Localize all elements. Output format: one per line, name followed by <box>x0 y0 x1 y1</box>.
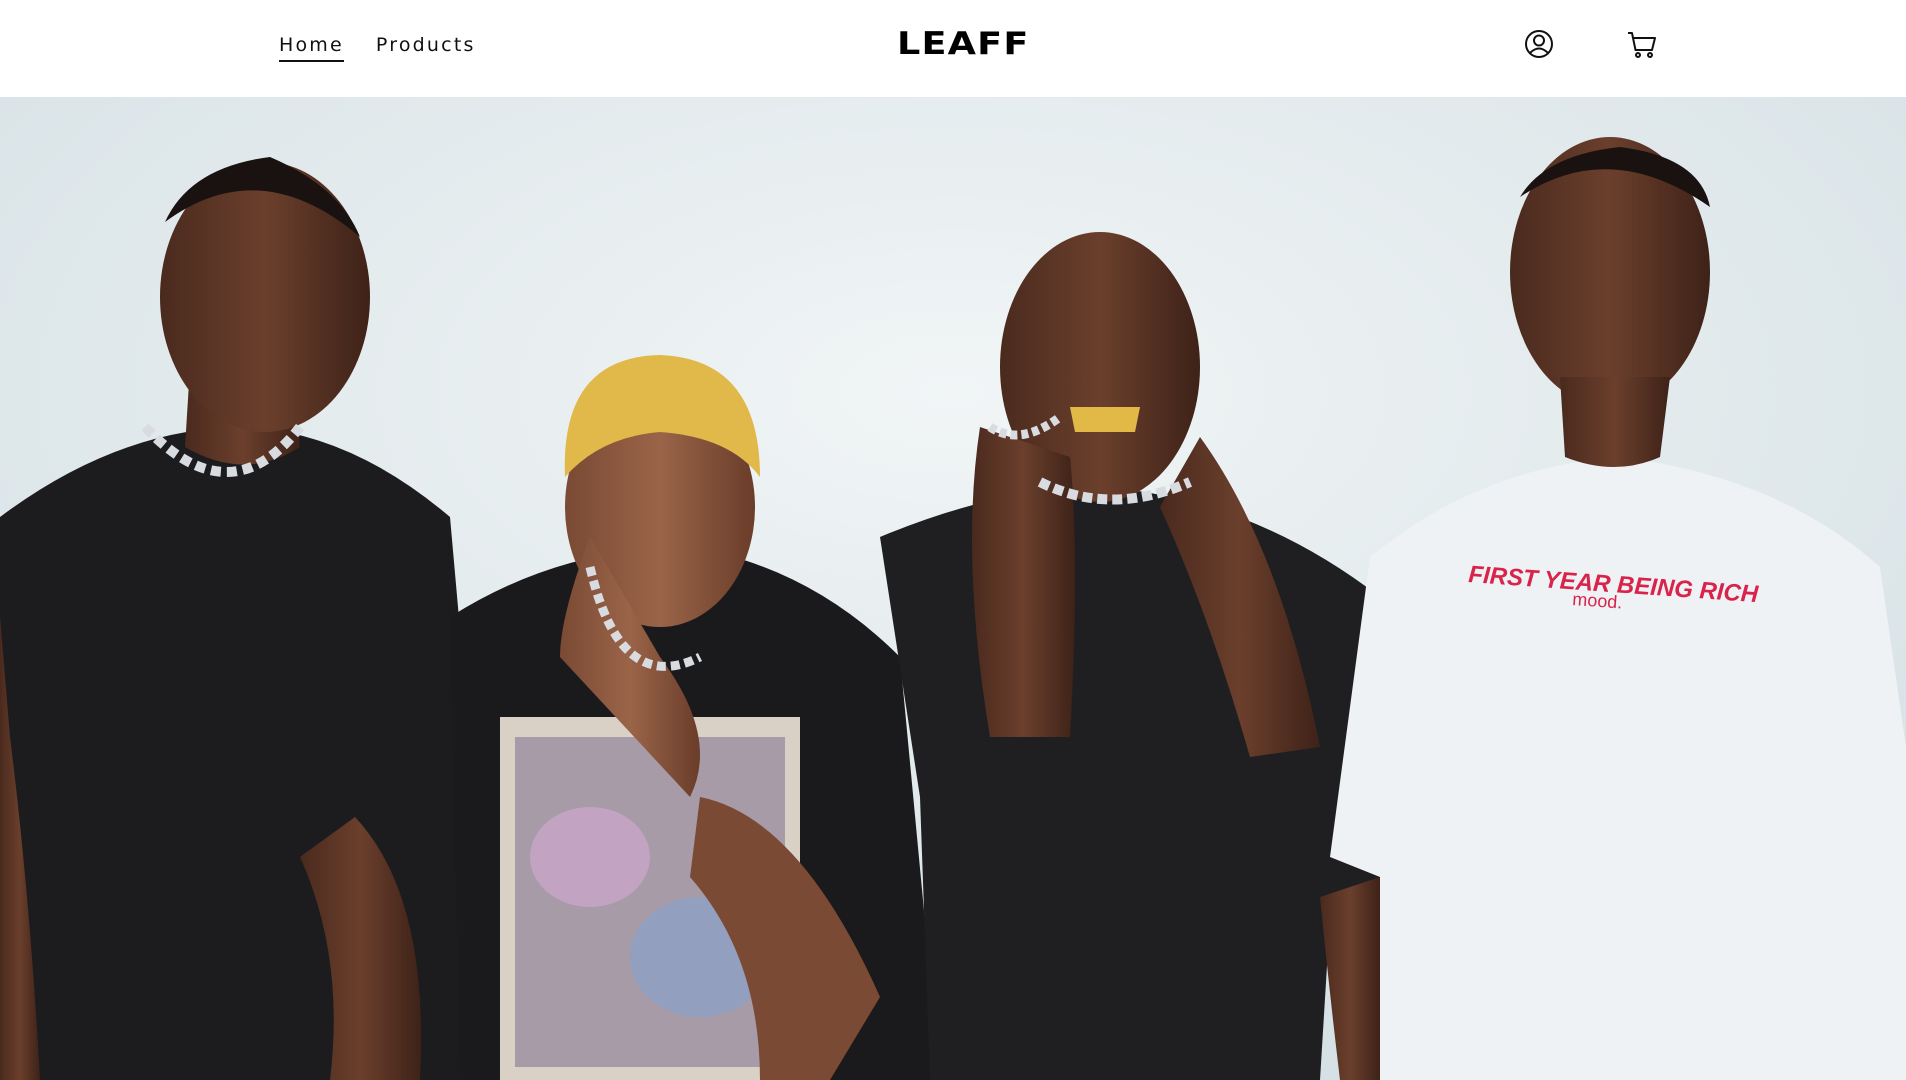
cart-button[interactable] <box>1625 27 1659 61</box>
nav-link-products[interactable]: Products <box>376 34 476 62</box>
brand-logo[interactable]: LEAFF <box>897 26 1029 62</box>
account-button[interactable] <box>1522 27 1556 61</box>
site-header: Home Products LEAFF <box>0 0 1906 97</box>
hero-banner: FIRST YEAR BEING RICH mood. <box>0 97 1906 1080</box>
svg-text:mood.: mood. <box>1572 589 1623 612</box>
account-icon <box>1525 30 1553 58</box>
hero-photo: FIRST YEAR BEING RICH mood. <box>0 97 1906 1080</box>
nav-link-home[interactable]: Home <box>279 34 344 62</box>
main-nav: Home Products <box>279 34 476 62</box>
shirt-print-line2: mood. <box>1572 589 1623 612</box>
cart-icon <box>1628 32 1656 58</box>
